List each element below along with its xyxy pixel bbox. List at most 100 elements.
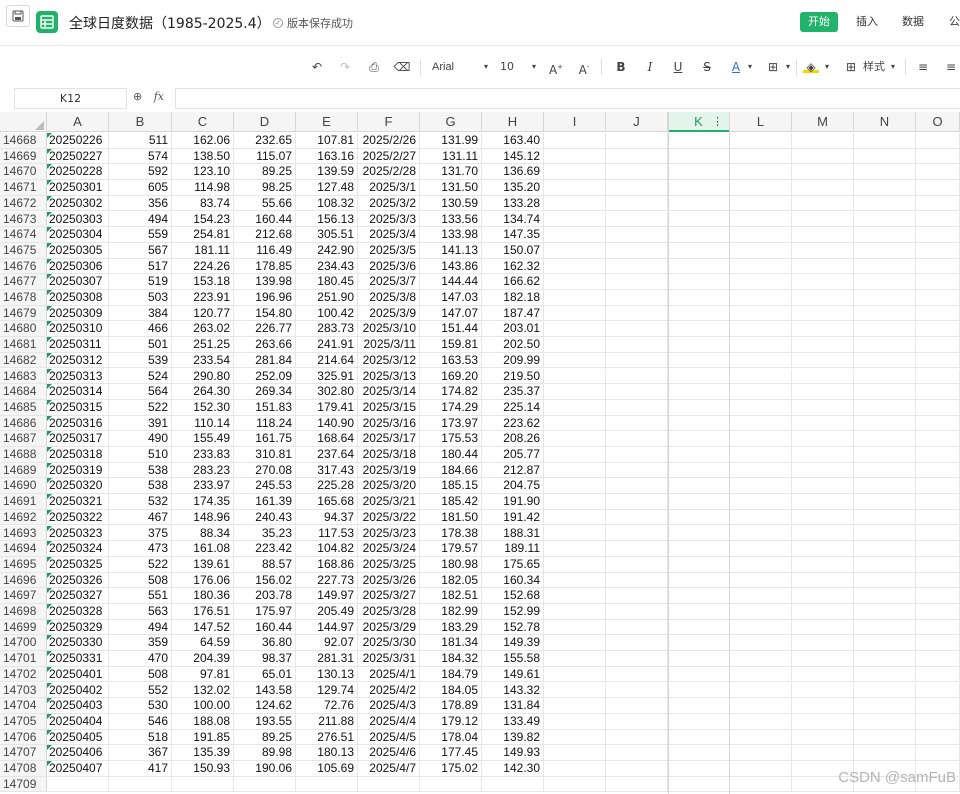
- cell-l[interactable]: [730, 274, 792, 289]
- cell-f[interactable]: 2025/3/11: [358, 337, 420, 352]
- redo-icon[interactable]: ↷: [336, 58, 354, 76]
- cell-m[interactable]: [792, 651, 854, 666]
- cell-l[interactable]: [730, 227, 792, 242]
- row-number[interactable]: 14689: [0, 462, 47, 478]
- cell-h[interactable]: 133.28: [482, 195, 544, 211]
- cell-l[interactable]: [730, 604, 792, 619]
- cell-a[interactable]: 20250307: [47, 274, 109, 289]
- cell-g[interactable]: 182.99: [420, 604, 482, 619]
- cell-m[interactable]: [792, 195, 854, 211]
- cell-c[interactable]: 100.00: [172, 698, 234, 713]
- row-number[interactable]: 14700: [0, 635, 47, 651]
- cell-m[interactable]: [792, 462, 854, 478]
- row-number[interactable]: 14704: [0, 698, 47, 713]
- cell-d[interactable]: 36.80: [234, 635, 296, 651]
- cell-g[interactable]: [420, 776, 482, 792]
- cell-e[interactable]: 72.76: [296, 698, 358, 713]
- cell-c[interactable]: 223.91: [172, 290, 234, 305]
- cell-o[interactable]: [916, 713, 960, 729]
- cell-o[interactable]: [916, 227, 960, 242]
- cell-d[interactable]: 156.02: [234, 572, 296, 588]
- column-header-o[interactable]: O: [916, 112, 960, 132]
- cell-i[interactable]: [544, 572, 606, 588]
- cell-o[interactable]: [916, 321, 960, 337]
- cell-e[interactable]: 165.68: [296, 494, 358, 509]
- cell-m[interactable]: [792, 619, 854, 635]
- column-header-h[interactable]: H: [482, 112, 544, 132]
- zoom-search-icon[interactable]: ⊕: [133, 90, 142, 103]
- cell-d[interactable]: 161.75: [234, 431, 296, 446]
- cell-m[interactable]: [792, 494, 854, 509]
- cell-l[interactable]: [730, 164, 792, 180]
- cell-i[interactable]: [544, 180, 606, 195]
- cell-n[interactable]: [854, 682, 916, 698]
- cell-f[interactable]: 2025/3/5: [358, 242, 420, 258]
- cell-i[interactable]: [544, 713, 606, 729]
- cell-c[interactable]: 233.54: [172, 352, 234, 368]
- cell-o[interactable]: [916, 384, 960, 399]
- cell-k[interactable]: [668, 572, 730, 588]
- cell-d[interactable]: 245.53: [234, 478, 296, 494]
- cell-j[interactable]: [606, 761, 668, 776]
- cell-b[interactable]: 470: [109, 651, 172, 666]
- cell-d[interactable]: 252.09: [234, 368, 296, 384]
- cell-d[interactable]: 98.25: [234, 180, 296, 195]
- menu-formula[interactable]: 公: [949, 12, 960, 32]
- cell-i[interactable]: [544, 384, 606, 399]
- cell-g[interactable]: 179.12: [420, 713, 482, 729]
- cell-e[interactable]: 163.16: [296, 148, 358, 164]
- cell-g[interactable]: 181.34: [420, 635, 482, 651]
- cell-h[interactable]: 163.40: [482, 133, 544, 148]
- cell-c[interactable]: 132.02: [172, 682, 234, 698]
- cell-f[interactable]: 2025/3/26: [358, 572, 420, 588]
- cell-n[interactable]: [854, 148, 916, 164]
- row-number[interactable]: 14678: [0, 290, 47, 305]
- menu-start[interactable]: 开始: [800, 12, 838, 32]
- row-number[interactable]: 14684: [0, 384, 47, 399]
- cell-g[interactable]: 184.79: [420, 666, 482, 682]
- cell-h[interactable]: 155.58: [482, 651, 544, 666]
- cell-o[interactable]: [916, 478, 960, 494]
- cell-a[interactable]: 20250321: [47, 494, 109, 509]
- cell-f[interactable]: 2025/4/1: [358, 666, 420, 682]
- row-number[interactable]: 14702: [0, 666, 47, 682]
- increase-font-icon[interactable]: A+: [548, 58, 564, 77]
- cell-b[interactable]: 559: [109, 227, 172, 242]
- cell-h[interactable]: 223.62: [482, 415, 544, 431]
- cell-j[interactable]: [606, 321, 668, 337]
- cell-o[interactable]: [916, 368, 960, 384]
- cell-c[interactable]: 283.23: [172, 462, 234, 478]
- fill-color-icon[interactable]: ◈: [803, 58, 819, 74]
- cell-j[interactable]: [606, 604, 668, 619]
- cell-g[interactable]: 147.03: [420, 290, 482, 305]
- cell-m[interactable]: [792, 305, 854, 321]
- chevron-down-icon[interactable]: ▾: [482, 58, 490, 76]
- cell-m[interactable]: [792, 164, 854, 180]
- cell-d[interactable]: 223.42: [234, 541, 296, 556]
- cell-g[interactable]: 180.44: [420, 447, 482, 462]
- cell-m[interactable]: [792, 290, 854, 305]
- cell-e[interactable]: 251.90: [296, 290, 358, 305]
- cell-m[interactable]: [792, 227, 854, 242]
- cell-a[interactable]: 20250309: [47, 305, 109, 321]
- cell-o[interactable]: [916, 619, 960, 635]
- cell-a[interactable]: 20250331: [47, 651, 109, 666]
- cell-j[interactable]: [606, 682, 668, 698]
- cell-m[interactable]: [792, 745, 854, 760]
- cell-d[interactable]: 203.78: [234, 588, 296, 603]
- cell-e[interactable]: 168.64: [296, 431, 358, 446]
- cell-m[interactable]: [792, 399, 854, 415]
- cell-n[interactable]: [854, 337, 916, 352]
- cell-i[interactable]: [544, 745, 606, 760]
- cell-h[interactable]: 139.82: [482, 729, 544, 745]
- cell-o[interactable]: [916, 274, 960, 289]
- cell-l[interactable]: [730, 415, 792, 431]
- cell-i[interactable]: [544, 211, 606, 227]
- cell-h[interactable]: 203.01: [482, 321, 544, 337]
- cell-b[interactable]: 359: [109, 635, 172, 651]
- cell-d[interactable]: 161.39: [234, 494, 296, 509]
- cell-j[interactable]: [606, 556, 668, 572]
- cell-k[interactable]: [668, 745, 730, 760]
- cell-h[interactable]: 142.30: [482, 761, 544, 776]
- cell-i[interactable]: [544, 274, 606, 289]
